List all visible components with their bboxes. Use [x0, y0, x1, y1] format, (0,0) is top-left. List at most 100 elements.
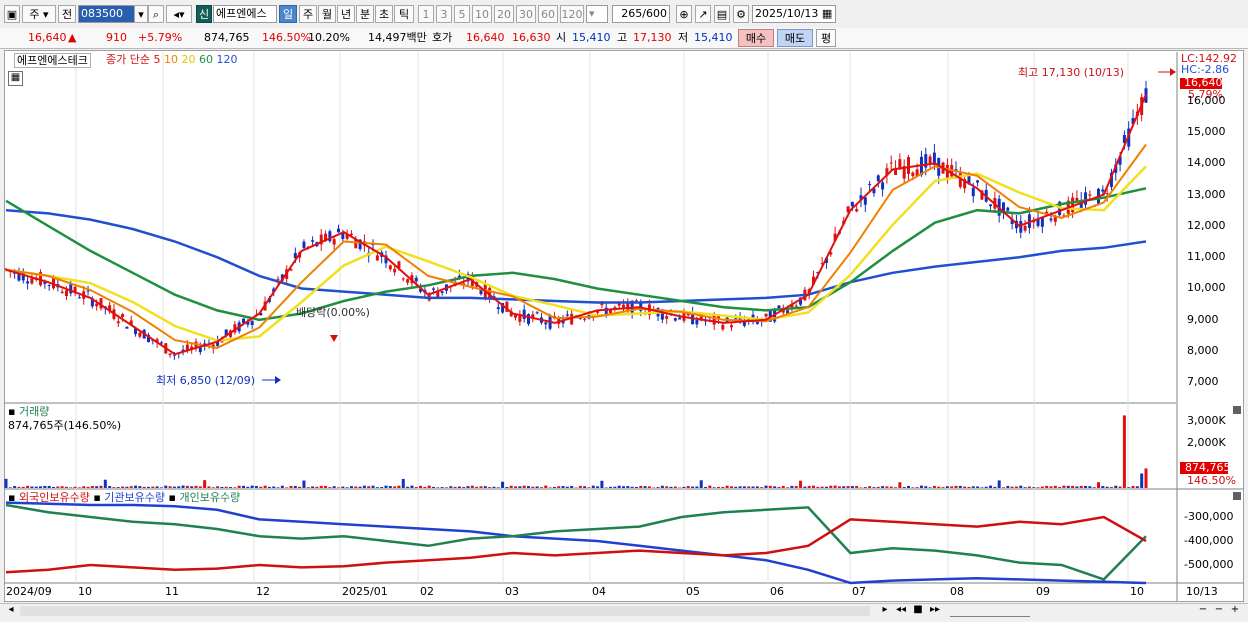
jump-end-icon[interactable]: ▸▸	[928, 603, 942, 617]
volume-bar	[169, 486, 172, 488]
volume-bar	[829, 486, 832, 488]
volume-bar	[812, 486, 815, 488]
jump-start-icon[interactable]: ◂◂	[894, 603, 908, 617]
candle-body	[777, 306, 780, 309]
ma-legend-10: 10	[164, 53, 178, 66]
volume-bar	[458, 487, 461, 488]
candle-body	[333, 239, 336, 244]
volume-bar	[682, 487, 685, 488]
volume-bar	[721, 487, 724, 488]
volume-bar	[125, 487, 128, 488]
volume-bar	[1145, 468, 1148, 488]
volume-bar	[920, 486, 923, 488]
volume-bar	[385, 486, 388, 488]
volume-current-tag: 874,765	[1185, 461, 1231, 474]
volume-bar	[1084, 486, 1087, 488]
candle-body	[1101, 189, 1104, 191]
stop-icon[interactable]: ■	[911, 603, 925, 617]
volume-bar	[872, 487, 875, 488]
scroll-left-icon[interactable]: ◂	[4, 603, 18, 617]
holdings-panel-close-icon[interactable]	[1233, 492, 1241, 500]
volume-bar	[216, 486, 219, 488]
volume-bar	[765, 486, 768, 488]
scroll-track[interactable]	[20, 606, 870, 616]
volume-bar	[1080, 486, 1083, 488]
volume-bar	[790, 486, 793, 488]
ma-legend[interactable]: 종가 단순 5 10 20 60 120	[106, 53, 237, 66]
volume-bar	[622, 486, 625, 488]
candle-body	[635, 300, 638, 301]
price-ytick-5: 11,000	[1187, 251, 1226, 263]
volume-bar	[302, 481, 305, 488]
volume-bar	[229, 487, 232, 488]
zoom-slider[interactable]	[950, 606, 1030, 617]
candle-body	[665, 316, 668, 319]
candle-body	[734, 318, 737, 319]
volume-bar	[467, 486, 470, 488]
volume-bar	[402, 479, 405, 488]
volume-title-marker-icon: ▪	[8, 405, 15, 418]
volume-bar	[445, 487, 448, 488]
volume-bar	[799, 481, 802, 488]
volume-value-label: 874,765주(146.50%)	[8, 419, 121, 432]
candle-body	[864, 197, 867, 204]
volume-bar	[428, 486, 431, 488]
candle-body	[851, 202, 854, 207]
table-icon[interactable]: ▦	[8, 71, 23, 86]
zoom-in-icon[interactable]: +	[1228, 603, 1242, 617]
volume-bar	[186, 486, 189, 488]
volume-bar	[104, 480, 107, 488]
volume-bar	[372, 486, 375, 488]
volume-bar	[911, 487, 914, 488]
holdings-legend[interactable]: ▪ 외국인보유수량 ▪ 기관보유수량 ▪ 개인보유수량	[8, 491, 240, 504]
volume-panel-title[interactable]: ▪ 거래량	[8, 405, 49, 418]
legend-individual: 개인보유수량	[179, 491, 240, 504]
volume-bar	[259, 487, 262, 488]
candle-body	[881, 182, 884, 189]
volume-bar	[406, 487, 409, 488]
x-label-8: 05	[686, 585, 700, 598]
volume-bar	[864, 487, 867, 488]
volume-bar	[242, 486, 245, 488]
volume-bar	[195, 486, 198, 488]
volume-bar	[35, 487, 38, 488]
candle-body	[730, 325, 733, 327]
volume-bar	[346, 487, 349, 488]
volume-panel-close-icon[interactable]	[1233, 406, 1241, 414]
volume-bar	[91, 486, 94, 488]
candle-body	[890, 163, 893, 164]
volume-bar	[885, 486, 888, 488]
candle-body	[1050, 219, 1053, 221]
volume-bar	[777, 487, 780, 488]
ma120-line	[6, 210, 1146, 302]
candle-body	[765, 314, 768, 317]
volume-bar	[43, 486, 46, 488]
volume-bar	[337, 487, 340, 488]
candle-body	[721, 325, 724, 329]
volume-bar	[890, 487, 893, 488]
volume-bar	[1054, 486, 1057, 488]
zoom-out-icon[interactable]: −	[1196, 603, 1210, 617]
volume-bar	[717, 487, 720, 488]
volume-bar	[112, 487, 115, 488]
scroll-right-icon[interactable]: ▸	[878, 603, 892, 617]
volume-bar	[1097, 482, 1100, 488]
candle-body	[1106, 193, 1109, 194]
volume-bar	[1088, 486, 1091, 488]
volume-bar	[1106, 487, 1109, 488]
x-label-10: 07	[852, 585, 866, 598]
volume-bar	[937, 487, 940, 488]
volume-bar	[587, 487, 590, 488]
zoom-bar-icon[interactable]: −	[1212, 603, 1226, 617]
volume-bar	[730, 486, 733, 488]
x-label-12: 09	[1036, 585, 1050, 598]
volume-bar	[87, 487, 90, 488]
volume-bar	[497, 487, 500, 488]
candle-body	[989, 204, 992, 206]
volume-bar	[657, 487, 660, 488]
volume-bar	[514, 486, 517, 488]
candle-body	[436, 292, 439, 297]
candle-body	[169, 353, 172, 354]
volume-bar	[65, 487, 68, 488]
stock-name-tag[interactable]: 에프엔에스테크	[14, 53, 91, 68]
